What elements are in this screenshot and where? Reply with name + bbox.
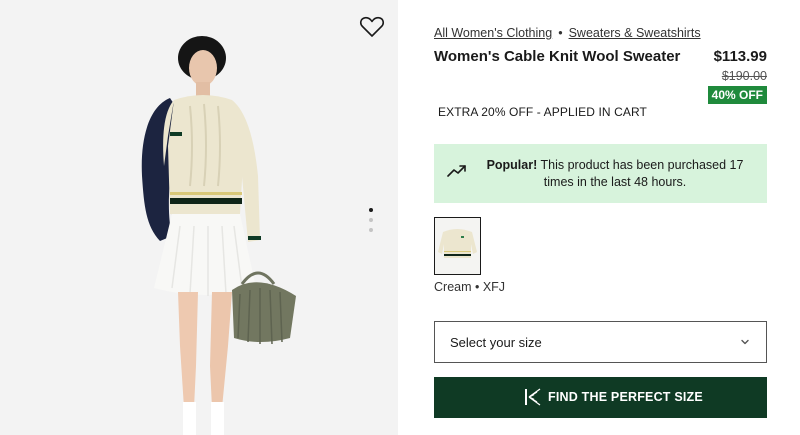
current-price: $113.99 (713, 48, 767, 65)
chevron-down-icon (741, 339, 749, 345)
popular-message: Popular! This product has been purchased… (472, 157, 758, 191)
product-image-gallery[interactable] (0, 0, 398, 435)
color-label: Cream • XFJ (434, 280, 506, 294)
popular-text: This product has been purchased 17 times… (540, 158, 744, 189)
k-logo-icon (525, 388, 541, 406)
gallery-pagination (368, 208, 374, 238)
heart-icon[interactable] (359, 15, 385, 39)
product-title: Women's Cable Knit Wool Sweater (434, 48, 681, 65)
breadcrumb-separator: • (558, 26, 563, 40)
product-info-panel: All Women's Clothing • Sweaters & Sweatshi… (434, 0, 767, 435)
breadcrumb: All Women's Clothing • Sweaters & Sweatshi… (434, 26, 701, 40)
gallery-dot-3[interactable] (369, 228, 373, 232)
discount-badge: 40% OFF (707, 86, 767, 104)
find-perfect-size-button[interactable]: FIND THE PERFECT SIZE (434, 377, 767, 418)
price-block: $113.99 $190.00 40% OFF (707, 48, 767, 104)
popular-banner: Popular! This product has been purchased… (434, 144, 767, 203)
trending-up-icon (447, 165, 466, 177)
size-select[interactable]: Select your size (434, 321, 767, 363)
size-select-placeholder: Select your size (450, 335, 542, 350)
breadcrumb-link-sweaters[interactable]: Sweaters & Sweatshirts (569, 26, 701, 40)
breadcrumb-link-womens-clothing[interactable]: All Women's Clothing (434, 26, 552, 40)
find-perfect-size-label: FIND THE PERFECT SIZE (548, 390, 703, 404)
popular-heading: Popular! (486, 158, 538, 172)
product-image (141, 36, 296, 435)
extra-offer-text: EXTRA 20% OFF - APPLIED IN CART (438, 105, 647, 119)
gallery-dot-1[interactable] (369, 208, 373, 212)
swatch-sweater-thumbnail (438, 229, 477, 258)
original-price: $190.00 (721, 69, 767, 83)
color-swatch-cream[interactable] (434, 217, 481, 275)
gallery-dot-2[interactable] (369, 218, 373, 222)
